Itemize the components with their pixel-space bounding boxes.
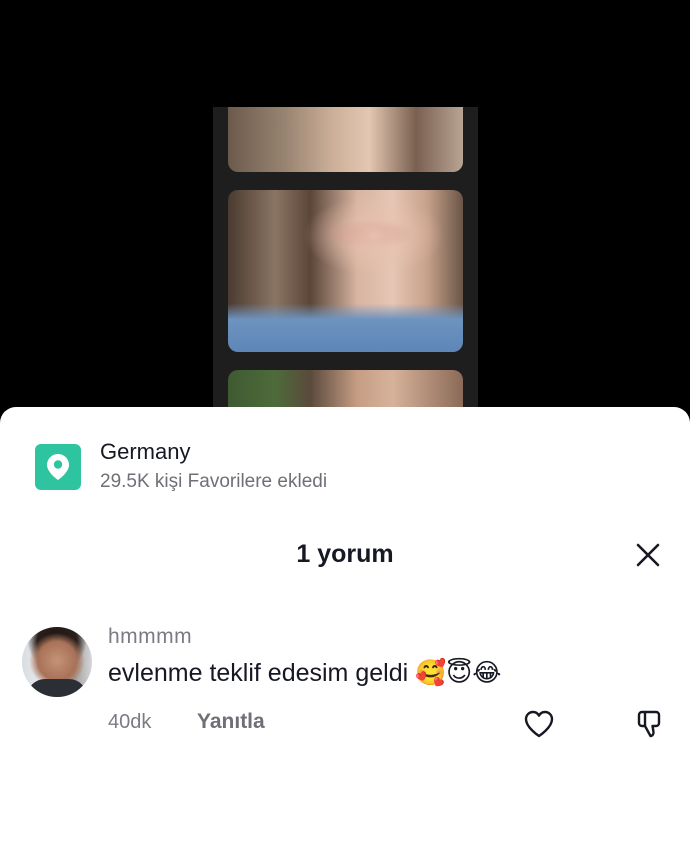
comment-username[interactable]: hmmmm — [108, 625, 192, 649]
location-favorites-count: 29.5K kişi Favorilere ekledi — [100, 471, 328, 492]
comment-timestamp: 40dk — [108, 711, 152, 733]
video-background[interactable] — [0, 0, 690, 430]
comment-text: evlenme teklif edesim geldi 🥰😇😂 — [108, 659, 502, 687]
video-thumbnail-collage — [213, 107, 478, 430]
location-name: Germany — [100, 439, 191, 464]
avatar-shirt — [27, 679, 87, 697]
avatar[interactable] — [22, 627, 92, 697]
thumbs-down-icon[interactable] — [632, 707, 666, 741]
location-card[interactable]: Germany 29.5K kişi Favorilere ekledi — [35, 437, 655, 497]
location-pin-icon — [35, 444, 81, 490]
heart-icon[interactable] — [522, 707, 556, 741]
comments-sheet: Germany 29.5K kişi Favorilere ekledi 1 y… — [0, 407, 690, 865]
comments-count-title: 1 yorum — [296, 540, 394, 568]
photo-frame — [228, 190, 463, 352]
photo-frame — [228, 107, 463, 172]
close-icon[interactable] — [630, 537, 666, 573]
reply-button[interactable]: Yanıtla — [197, 710, 265, 734]
comment-item: hmmmm evlenme teklif edesim geldi 🥰😇😂 40… — [22, 622, 672, 742]
